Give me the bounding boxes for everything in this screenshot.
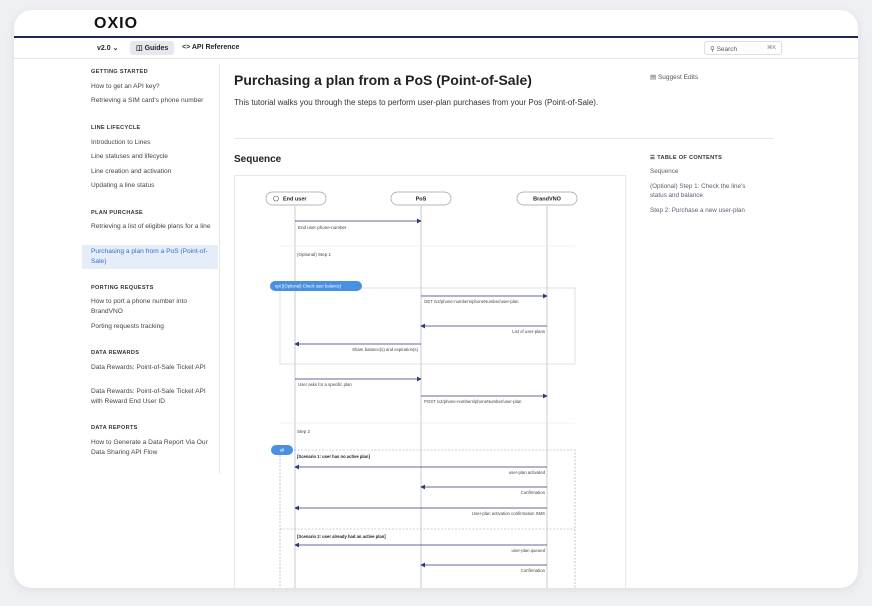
opt-label: opt [(Optional) Check user balance] <box>275 284 341 289</box>
actor-end-user: End user <box>265 191 327 206</box>
sidebar: GETTING STARTED How to get an API key? R… <box>82 64 220 474</box>
sidebar-item[interactable]: Introduction to Lines <box>91 138 217 148</box>
message-label: User-plan activation confirmation SMS <box>472 511 545 516</box>
section-heading: Sequence <box>234 154 282 165</box>
actor-pos: PoS <box>390 191 452 206</box>
top-header: OXIO <box>14 10 858 38</box>
sidebar-item[interactable]: Data Rewards: Point-of-Sale Ticket API w… <box>91 387 217 407</box>
sidebar-item[interactable]: Updating a line status <box>91 181 217 191</box>
sidebar-item[interactable]: Data Rewards: Point-of-Sale Ticket API <box>91 363 217 373</box>
message-label: POST /v2/phone-numbers/phoneNumber/user-… <box>424 399 522 404</box>
sequence-diagram-svg: End user PoS BrandVNO End user phone-num… <box>265 191 578 588</box>
actor-brandvno: BrandVNO <box>516 191 578 206</box>
sidebar-item[interactable]: How to Generate a Data Report Via Our Da… <box>91 438 217 458</box>
sidebar-item[interactable]: How to port a phone number into BrandVNO <box>91 297 217 317</box>
sidebar-heading: DATA REPORTS <box>91 425 138 431</box>
search-icon: ⚲ <box>710 46 715 53</box>
svg-text:BrandVNO: BrandVNO <box>533 197 562 203</box>
sidebar-item[interactable]: Line creation and activation <box>91 167 217 177</box>
sidebar-heading: PORTING REQUESTS <box>91 285 154 291</box>
logo[interactable]: OXIO <box>94 15 138 33</box>
app-window: OXIO v2.0 ⌄ ◫ Guides <> API Reference ⚲ … <box>14 10 858 588</box>
message-label: Share balance(s) and expiration(s) <box>352 347 418 352</box>
message-label: Confirmation <box>521 568 546 573</box>
scenario-label: [Scenario 2: user already had an active … <box>297 534 386 539</box>
tab-api-reference[interactable]: <> API Reference <box>182 44 239 51</box>
sidebar-heading: DATA REWARDS <box>91 350 140 356</box>
nav-bar: v2.0 ⌄ ◫ Guides <> API Reference ⚲ Searc… <box>14 39 858 59</box>
intro-text: This tutorial walks you through the step… <box>234 98 599 107</box>
toc-item[interactable]: Step 2: Purchase a new user-plan <box>650 206 760 215</box>
svg-text:End user: End user <box>283 197 307 203</box>
book-icon: ◫ <box>136 45 143 52</box>
message-label: User asks for a specific plan <box>298 382 352 387</box>
sidebar-item-active[interactable]: Purchasing a plan from a PoS (Point-of-S… <box>91 247 217 267</box>
message-label: List of user-plans <box>512 329 545 334</box>
list-icon: ☰ <box>650 155 656 161</box>
message-label: user-plan activated <box>509 470 546 475</box>
message-label: GET /v2/phone-numbers/phoneNumber/user-p… <box>424 299 519 304</box>
sidebar-item[interactable]: Retrieving a list of eligible plans for … <box>91 222 217 232</box>
table-of-contents: ☰ TABLE OF CONTENTS Sequence (Optional) … <box>650 155 760 215</box>
message-label: user-plan queued <box>512 548 546 553</box>
sidebar-heading: PLAN PURCHASE <box>91 210 144 216</box>
toc-item[interactable]: Sequence <box>650 167 760 176</box>
edit-icon: ▤ <box>650 74 657 81</box>
message-label: End user phone-number <box>298 225 347 230</box>
sidebar-heading: GETTING STARTED <box>91 69 148 75</box>
step-label: (Optional) Step 1 <box>297 252 332 257</box>
search-shortcut: ⌘K <box>766 45 776 51</box>
sidebar-item[interactable]: How to get an API key? <box>91 82 217 92</box>
message-label: Confirmation <box>521 490 546 495</box>
suggest-edits-link[interactable]: ▤ Suggest Edits <box>650 73 698 81</box>
sidebar-item[interactable]: Porting requests tracking <box>91 322 217 332</box>
code-icon: <> <box>182 44 191 51</box>
toc-item[interactable]: (Optional) Step 1: Check the line's stat… <box>650 182 760 200</box>
version-selector[interactable]: v2.0 ⌄ <box>97 44 118 52</box>
sidebar-item[interactable]: Retrieving a SIM card's phone number <box>91 96 217 106</box>
page-title: Purchasing a plan from a PoS (Point-of-S… <box>234 72 532 88</box>
divider <box>234 138 774 139</box>
search-input[interactable]: ⚲ Search ⌘K <box>704 41 782 55</box>
sidebar-item[interactable]: Line statuses and lifecycle <box>91 152 217 162</box>
svg-text:PoS: PoS <box>416 197 427 203</box>
toc-heading: ☰ TABLE OF CONTENTS <box>650 155 723 161</box>
scenario-label: [Scenario 1: user has no active plan] <box>297 454 370 459</box>
step-label: Step 2 <box>297 429 311 434</box>
tab-guides[interactable]: ◫ Guides <box>130 41 175 55</box>
sidebar-heading: LINE LIFECYCLE <box>91 125 141 131</box>
sequence-diagram: End user PoS BrandVNO End user phone-num… <box>234 175 626 588</box>
